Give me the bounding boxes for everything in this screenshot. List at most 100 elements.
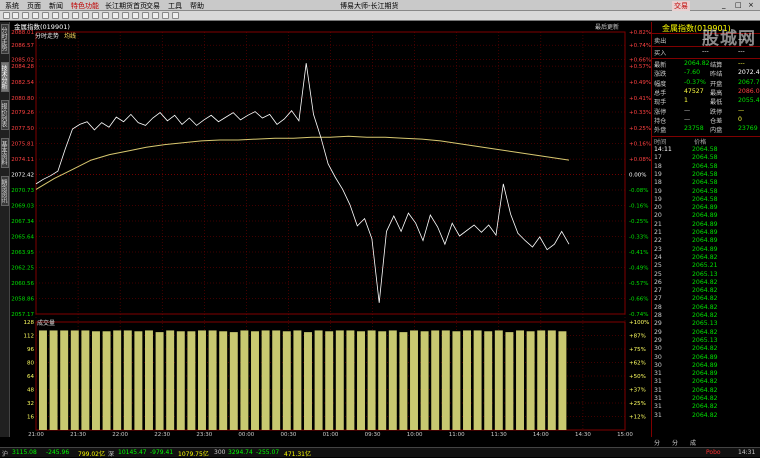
pct-tick-label: +0.16%	[629, 142, 651, 148]
info-icon[interactable]	[162, 12, 169, 19]
status-label-300: 300	[214, 449, 226, 456]
tick-time: 28	[654, 303, 662, 311]
news-icon[interactable]	[72, 12, 79, 19]
forward-icon[interactable]	[12, 12, 19, 19]
stat-value: -7.60	[684, 69, 701, 77]
stat-value: 23769	[738, 125, 758, 133]
tab-technical[interactable]: 技术分析	[0, 62, 9, 92]
volume-bar	[304, 332, 312, 430]
tick-price: 2064.58	[692, 170, 718, 178]
volume-bar	[81, 330, 90, 430]
chart-icon[interactable]	[52, 12, 59, 19]
help-icon[interactable]	[172, 12, 179, 19]
volume-bar	[166, 330, 175, 430]
tick-price: 2064.58	[692, 146, 718, 153]
menu-system[interactable]: 系统	[5, 1, 19, 11]
close-icon[interactable]: ×	[748, 1, 754, 9]
tick-row: 23 2064.89	[654, 246, 758, 254]
stat-value: 2086.02	[738, 87, 760, 95]
search-icon[interactable]	[102, 12, 109, 19]
price-tick-label: 2060.56	[11, 281, 34, 287]
pct-tick-label: +0.49%	[629, 80, 651, 86]
toolbar	[0, 11, 760, 21]
chart-avg-label: 均线	[64, 32, 76, 40]
tick-row: 29 2064.82	[654, 329, 758, 337]
tick-price: 2064.82	[692, 278, 718, 286]
volume-bar	[537, 330, 546, 430]
menu-help[interactable]: 帮助	[190, 1, 204, 11]
minimize-icon[interactable]: _	[722, 1, 726, 9]
menu-page[interactable]: 页面	[27, 1, 41, 11]
home-icon[interactable]	[22, 12, 29, 19]
stat-value: 2064.82	[684, 60, 710, 67]
stat-label: 昨结	[710, 71, 723, 79]
volume-pct-tick-label: +62%	[629, 361, 646, 367]
tick-time: 18	[654, 179, 662, 187]
menu-features[interactable]: 特色功能	[71, 1, 99, 11]
list-icon[interactable]	[42, 12, 49, 19]
quote-stat-row: 涨停 — 跌停 —	[654, 107, 758, 116]
volume-bar	[229, 332, 238, 430]
menu-home[interactable]: 长江期货首页	[105, 1, 147, 11]
volume-bar	[208, 330, 217, 430]
tick-price: 2064.89	[692, 245, 718, 253]
pct-tick-label: +0.66%	[629, 57, 651, 63]
stat-value: 23758	[684, 125, 704, 133]
tick-row: 28 2064.82	[654, 312, 758, 320]
tick-row: 27 2064.82	[654, 295, 758, 303]
volume-bar	[526, 331, 535, 430]
menu-news[interactable]: 新闻	[49, 1, 63, 11]
maximize-icon[interactable]: □	[735, 1, 742, 9]
bell-icon[interactable]	[132, 12, 139, 19]
tick-time: 30	[654, 361, 662, 369]
stat-label: 外盘	[654, 127, 667, 135]
tab-quote-list[interactable]: 报价列表	[0, 100, 9, 130]
tick-time: 31	[654, 403, 662, 411]
tab-fundamentals[interactable]: 基本资料	[0, 138, 9, 168]
intraday-chart[interactable]: 2088.01 +0.82% 2086.57 +0.74% 2085.02 +0.66% 2…	[11, 22, 651, 438]
volume-pct-tick-label: +100%	[629, 320, 649, 326]
price-tick-label: 2063.95	[11, 250, 34, 256]
status-sz-change: -979.41	[150, 449, 174, 456]
tick-row: 18 2064.58	[654, 179, 758, 187]
star-icon[interactable]	[122, 12, 129, 19]
volume-bar	[335, 330, 344, 430]
zoom-in-icon[interactable]	[82, 12, 89, 19]
volume-tick-label: 48	[27, 388, 34, 394]
volume-tick-label: 64	[27, 374, 34, 380]
volume-pct-tick-label: +25%	[629, 401, 646, 407]
pct-tick-label: +0.74%	[629, 43, 651, 49]
quote-stat-row: 幅度 -0.37% 开盘 2067.71	[654, 79, 760, 88]
volume-bar	[505, 332, 514, 430]
pct-tick-label: -0.57%	[629, 281, 648, 287]
price-tick-label: 2065.64	[11, 235, 34, 241]
tick-price: 2064.58	[692, 195, 718, 203]
tick-row: 29 2065.13	[654, 320, 758, 328]
tab-futures-news[interactable]: 期货资讯	[0, 176, 9, 206]
volume-bar	[155, 332, 164, 430]
volume-bar	[463, 330, 471, 430]
menu-tools[interactable]: 工具	[168, 1, 182, 11]
kline-icon[interactable]	[62, 12, 69, 19]
stat-value: 2055.47	[738, 97, 760, 105]
refresh-icon[interactable]	[32, 12, 39, 19]
print-icon[interactable]	[152, 12, 159, 19]
stat-label: 跌停	[710, 108, 723, 116]
menu-trade[interactable]: 交易	[146, 1, 160, 11]
back-icon[interactable]	[3, 12, 10, 19]
tick-price: 2064.58	[692, 154, 718, 162]
volume-bar	[547, 330, 556, 430]
settings-icon[interactable]	[142, 12, 149, 19]
stat-value: 47527	[684, 87, 704, 95]
volume-bar	[102, 331, 111, 430]
trade-button[interactable]: 交易	[672, 1, 690, 11]
buy-volume: ---	[738, 48, 745, 55]
pct-tick-label: -0.74%	[629, 312, 648, 318]
zoom-out-icon[interactable]	[92, 12, 99, 19]
sell-label: 卖出	[654, 38, 667, 45]
tick-time: 27	[654, 287, 662, 295]
flag-icon[interactable]	[112, 12, 119, 19]
stat-label: 最低	[710, 99, 723, 107]
tab-intraday[interactable]: 分时走势	[0, 24, 9, 54]
quote-stat-row: 持仓 — 仓差 0	[654, 116, 758, 125]
